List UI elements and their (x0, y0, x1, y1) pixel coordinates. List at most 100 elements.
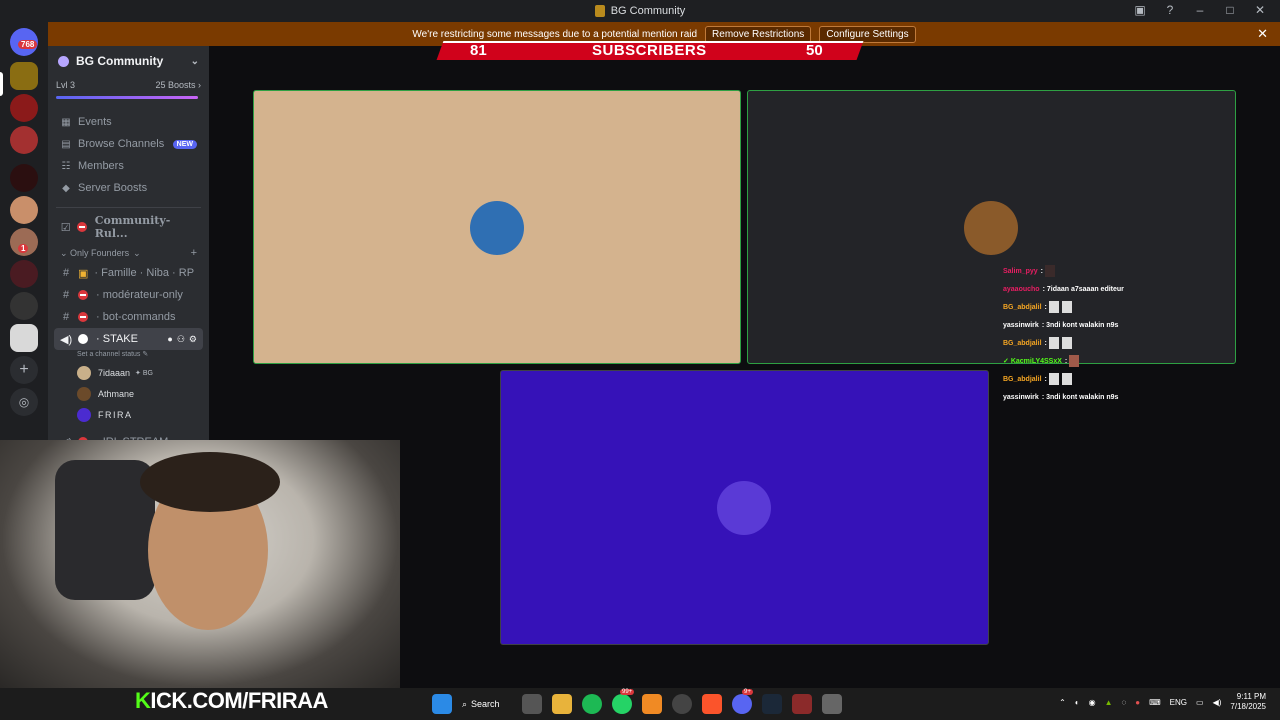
window-controls: ▣ ? – □ ✕ (1132, 3, 1268, 17)
channel-label: Community-Rul... (94, 214, 171, 240)
invite-icon[interactable]: ⚇ (177, 334, 185, 345)
server-item[interactable] (10, 324, 38, 352)
voice-channel-stake[interactable]: ◀) · STAKE ● ⚇ ⚙ (54, 328, 203, 350)
avatar (77, 365, 91, 380)
maximize-icon[interactable]: □ (1222, 3, 1238, 17)
search-label: Search (471, 699, 500, 709)
server-item[interactable] (10, 196, 38, 224)
chat-user: BG_abdjalil (1003, 375, 1042, 383)
minimize-icon[interactable]: – (1192, 3, 1208, 17)
close-icon[interactable]: ✕ (1252, 3, 1268, 17)
calendar-icon: ▦ (61, 116, 71, 128)
text-channel-icon: # (62, 267, 70, 279)
voice-member[interactable]: 7idaaan ✦ BG (48, 362, 209, 383)
tray-icon[interactable]: ◉ (1089, 698, 1096, 707)
nav-label: Server Boosts (78, 182, 148, 194)
steam-icon[interactable] (762, 694, 782, 714)
notification-badge: 99+ (620, 689, 635, 695)
volume-icon[interactable]: ◀) (1213, 698, 1222, 707)
banner-close-icon[interactable]: ✕ (1257, 26, 1268, 42)
whatsapp-icon[interactable]: 99+ (612, 689, 635, 714)
status-label: Set a channel status (77, 351, 141, 358)
nav-server-boosts[interactable]: ◆ Server Boosts (48, 177, 209, 199)
nav-events[interactable]: ▦ Events (48, 111, 209, 133)
nav-members[interactable]: ☷ Members (48, 155, 209, 177)
emote-icon (1048, 337, 1059, 349)
member-name: 7idaaan (98, 367, 131, 378)
channel-moderateur[interactable]: # · modérateur-only (48, 284, 209, 306)
discord-icon[interactable]: 9+ (732, 689, 753, 714)
remove-restrictions-button[interactable]: Remove Restrictions (705, 25, 812, 43)
voice-member[interactable]: FRIRA (48, 404, 209, 425)
chat-message: BG_abdjalil: (1003, 334, 1233, 352)
chevron-up-icon[interactable]: ⌃ (1059, 698, 1066, 707)
chat-icon[interactable]: ● (167, 334, 172, 345)
help-icon[interactable]: ? (1162, 3, 1178, 17)
chat-user: BG_abdjalil (1003, 339, 1042, 347)
nav-browse-channels[interactable]: ▤ Browse Channels NEW (48, 133, 209, 155)
channel-famille[interactable]: # ▣ · Famille · Niba · RP (48, 262, 209, 284)
gear-icon[interactable]: ⚙ (189, 334, 197, 345)
channel-status[interactable]: Set a channel status ✎ (48, 350, 209, 362)
microphone-icon[interactable]: ● (1135, 698, 1140, 707)
category-chevron-icon: ⌄ (60, 247, 71, 258)
chat-message: Salim_pyy: (1003, 262, 1233, 280)
chat-message: yassinwirk: 3ndi kont walakin n9s (1003, 393, 1119, 401)
chat-text: 3ndi kont walakin n9s (1046, 393, 1119, 401)
winrar-icon[interactable] (792, 694, 812, 714)
nav-label: Members (78, 160, 124, 172)
server-item[interactable] (10, 292, 38, 320)
banner-message: We're restricting some messages due to a… (412, 28, 698, 40)
voice-member[interactable]: Athmane (48, 383, 209, 404)
chat-user: Salim_pyy (1003, 267, 1038, 275)
server-item[interactable] (10, 94, 38, 122)
app-icon[interactable] (822, 694, 842, 714)
nvidia-icon[interactable]: ▲ (1105, 698, 1113, 707)
webcam-overlay (0, 440, 400, 688)
obs-icon[interactable] (672, 694, 692, 714)
discover-icon[interactable]: ◎ (10, 388, 38, 416)
server-item[interactable] (10, 260, 38, 288)
chat-message: ✓ KacmiLY4SSxX: (1003, 352, 1233, 370)
nav-label: Events (78, 116, 112, 128)
chat-message: BG_abdjalil: (1003, 298, 1233, 316)
emote-icon (1061, 301, 1072, 313)
category-only-founders[interactable]: ⌄ Only Founders ⌄ + (48, 244, 209, 262)
server-header[interactable]: BG Community ⌄ (48, 46, 209, 76)
add-server-icon[interactable]: + (10, 356, 38, 384)
chat-text: 3ndi kont walakin n9s (1046, 321, 1119, 329)
app-icon[interactable] (642, 694, 662, 714)
video-tile-frira[interactable] (500, 370, 989, 645)
keyboard-icon[interactable]: ⌨ (1149, 698, 1161, 707)
boost-level-label: Lvl 3 (56, 80, 76, 90)
language-indicator[interactable]: ENG (1170, 698, 1187, 707)
start-icon[interactable] (432, 694, 452, 714)
channel-bot-commands[interactable]: # · bot-commands (48, 306, 209, 328)
chevron-down-icon: ⌄ (190, 55, 199, 67)
subscriber-goal-text: 81 SUBSCRIBERS 50 (440, 41, 860, 60)
server-bg-community[interactable] (10, 62, 38, 90)
network-icon[interactable]: ▭ (1196, 698, 1204, 707)
server-item[interactable] (10, 126, 38, 154)
speaker-icon: ◀) (60, 333, 73, 346)
channel-label: STAKE (102, 333, 138, 345)
spotify-icon[interactable] (582, 694, 602, 714)
server-item[interactable] (10, 164, 38, 192)
inbox-icon[interactable]: ▣ (1132, 3, 1148, 17)
add-channel-icon[interactable]: + (191, 247, 197, 259)
avatar (964, 201, 1018, 255)
tray-icon[interactable]: ◐ (1075, 698, 1080, 707)
channel-rules[interactable]: ☑ Community-Rul... (48, 214, 209, 240)
task-view-icon[interactable] (522, 694, 542, 714)
taskbar-search[interactable]: ⌕ Search (462, 699, 512, 710)
file-explorer-icon[interactable] (552, 694, 572, 714)
brave-icon[interactable] (702, 694, 722, 714)
configure-settings-button[interactable]: Configure Settings (819, 25, 916, 43)
no-entry-icon (77, 222, 87, 232)
boost-level[interactable]: Lvl 3 25 Boosts › (48, 80, 209, 90)
rules-icon: ☑ (60, 221, 71, 234)
tray-icon[interactable]: ◌ (1122, 698, 1127, 707)
kick-logo: K (135, 688, 151, 713)
clock[interactable]: 9:11 PM 7/18/2025 (1230, 692, 1266, 712)
video-tile-7idaaan[interactable] (253, 90, 741, 364)
